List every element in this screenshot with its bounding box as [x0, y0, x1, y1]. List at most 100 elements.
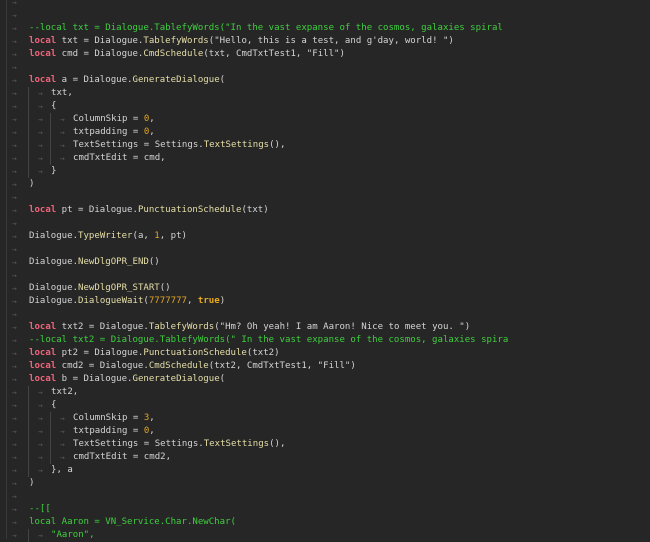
code-line[interactable]: →: [0, 217, 650, 230]
tab-arrow-icon: →: [12, 10, 17, 20]
tab-arrow-icon: →: [12, 49, 17, 59]
line-code: txtpadding = 0,: [73, 126, 155, 139]
tab-arrow-icon: →: [12, 361, 17, 371]
code-line[interactable]: → local txt = Dialogue.TablefyWords("Hell…: [0, 35, 650, 48]
code-line[interactable]: → → {: [0, 398, 650, 412]
line-code: TextSettings = Settings.TextSettings(),: [73, 438, 285, 451]
tab-arrow-icon: →: [12, 218, 17, 228]
indent-guide: [50, 151, 51, 165]
code-line[interactable]: →): [0, 477, 650, 490]
code-line[interactable]: →: [0, 269, 650, 282]
identifier-token: {: [51, 399, 57, 410]
boolean-token: true: [197, 295, 220, 306]
indent-guide: [50, 125, 51, 139]
code-line[interactable]: → local a = Dialogue.GenerateDialogue(: [0, 74, 650, 87]
code-line[interactable]: → → "Aaron",: [0, 528, 650, 542]
code-line[interactable]: →: [0, 61, 650, 74]
method-token: PunctuationSchedule: [137, 204, 242, 215]
code-line[interactable]: → Dialogue.DialogueWait(7777777, true): [0, 295, 650, 308]
identifier-token: ColumnSkip =: [73, 113, 144, 124]
code-line[interactable]: → --local txt2 = Dialogue.TablefyWords(" …: [0, 334, 650, 347]
tab-arrow-icon: →: [38, 413, 43, 423]
indent-guide: [28, 411, 29, 425]
tab-arrow-icon: →: [12, 400, 17, 410]
method-token: NewDlgOPR_START: [78, 282, 160, 293]
method-token: DialogueWait: [78, 295, 144, 306]
indent-guide: [28, 528, 29, 542]
code-line[interactable]: → Dialogue.NewDlgOPR_START(): [0, 282, 650, 295]
line-code: cmdTxtEdit = cmd2,: [73, 451, 171, 464]
tab-arrow-icon: →: [38, 452, 43, 462]
code-line[interactable]: → → → cmdTxtEdit = cmd2,: [0, 450, 650, 464]
code-line[interactable]: → local pt = Dialogue.PunctuationSchedule…: [0, 204, 650, 217]
code-line[interactable]: → local b = Dialogue.GenerateDialogue(: [0, 373, 650, 386]
line-code: }, a: [51, 464, 73, 477]
method-token: TablefyWords: [143, 35, 209, 46]
line-code: Dialogue.DialogueWait(7777777, true): [29, 295, 225, 308]
code-line[interactable]: → → → TextSettings = Settings.TextSettings(…: [0, 437, 650, 451]
code-line[interactable]: → → → txtpadding = 0,: [0, 424, 650, 438]
code-line[interactable]: → --[[: [0, 503, 650, 516]
code-line[interactable]: → →}, a: [0, 463, 650, 477]
code-line[interactable]: →: [0, 243, 650, 256]
tab-arrow-icon: →: [38, 88, 43, 98]
code-line[interactable]: → --local txt = Dialogue.TablefyWords("In…: [0, 22, 650, 35]
code-line[interactable]: →): [0, 178, 650, 191]
comment-token: --[[: [29, 503, 51, 514]
identifier-token: txtpadding =: [73, 425, 144, 436]
tab-arrow-icon: →: [12, 452, 17, 462]
code-line[interactable]: → → → ColumnSkip = 3,: [0, 411, 650, 425]
line-code: --local txt = Dialogue.TablefyWords("In …: [29, 22, 503, 35]
identifier-token: ,: [149, 425, 155, 436]
code-line[interactable]: → → txt,: [0, 86, 650, 100]
code-line[interactable]: →: [0, 308, 650, 321]
code-line[interactable]: → local pt2 = Dialogue.PunctuationSchedul…: [0, 347, 650, 360]
comment-token: --local txt2 = Dialogue.TablefyWords(" I…: [29, 334, 509, 345]
tab-arrow-icon: →: [12, 244, 17, 254]
code-line[interactable]: → → → TextSettings = Settings.TextSettings(…: [0, 138, 650, 152]
code-line[interactable]: → local cmd = Dialogue.CmdSchedule(txt, C…: [0, 48, 650, 61]
indent-guide: [28, 424, 29, 438]
code-line[interactable]: → → txt2,: [0, 385, 650, 399]
code-line[interactable]: →: [0, 0, 650, 9]
code-line[interactable]: → Dialogue.NewDlgOPR_END(): [0, 256, 650, 269]
keyword-token: local: [29, 204, 57, 215]
code-editor[interactable]: → → → --local txt = Dialogue.TablefyWords("…: [0, 0, 650, 542]
code-line[interactable]: → → → txtpadding = 0,: [0, 125, 650, 139]
code-line[interactable]: →: [0, 191, 650, 204]
code-line[interactable]: → → {: [0, 99, 650, 113]
line-code: "Aaron",: [51, 529, 95, 542]
indent-guide: [28, 112, 29, 126]
identifier-token: (txt, CmdTxtTest1, "Fill"): [203, 48, 345, 59]
line-code: }: [51, 165, 56, 178]
line-code: local pt = Dialogue.PunctuationSchedule(…: [29, 204, 269, 217]
tab-arrow-icon: →: [12, 504, 17, 514]
identifier-token: cmd2 = Dialogue.: [56, 360, 149, 371]
identifier-token: txt = Dialogue.: [56, 35, 144, 46]
code-line[interactable]: → local Aaron = VN_Service.Char.NewChar(: [0, 516, 650, 529]
tab-arrow-icon: →: [12, 192, 17, 202]
line-code: ): [29, 477, 34, 490]
keyword-token: local: [29, 74, 57, 85]
tab-arrow-icon: →: [12, 491, 17, 501]
identifier-token: }: [51, 165, 57, 176]
code-line[interactable]: → local txt2 = Dialogue.TablefyWords("Hm?…: [0, 321, 650, 334]
code-line[interactable]: → Dialogue.TypeWriter(a, 1, pt): [0, 230, 650, 243]
tab-arrow-icon: →: [12, 140, 17, 150]
code-line[interactable]: → → → ColumnSkip = 0,: [0, 112, 650, 126]
tab-arrow-icon: →: [12, 62, 17, 72]
line-code: Dialogue.TypeWriter(a, 1, pt): [29, 230, 187, 243]
code-line[interactable]: → → → cmdTxtEdit = cmd,: [0, 151, 650, 165]
identifier-token: ("Hm? Oh yeah! I am Aaron! Nice to meet …: [214, 321, 471, 332]
tab-arrow-icon: →: [38, 426, 43, 436]
indent-guide: [28, 151, 29, 165]
code-line[interactable]: → local cmd2 = Dialogue.CmdSchedule(txt2,…: [0, 360, 650, 373]
tab-arrow-icon: →: [12, 0, 17, 7]
identifier-token: (): [159, 282, 171, 293]
code-line[interactable]: → →}: [0, 164, 650, 178]
tab-arrow-icon: →: [12, 153, 17, 163]
indent-guide: [50, 112, 51, 126]
code-line[interactable]: →: [0, 490, 650, 503]
code-line[interactable]: →: [0, 9, 650, 22]
line-code: {: [51, 100, 56, 113]
